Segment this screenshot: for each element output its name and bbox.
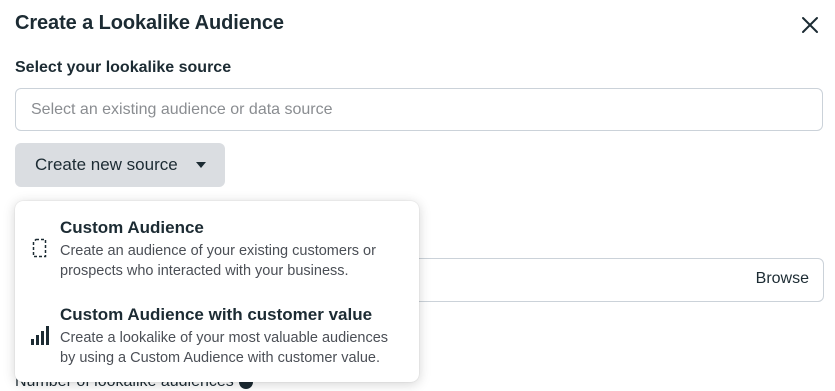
menu-item-description: Create an audience of your existing cust…: [60, 243, 376, 279]
close-icon: [802, 17, 818, 33]
menu-item-custom-audience-value[interactable]: Custom Audience with customer value Crea…: [15, 291, 419, 379]
menu-item-description: Create a lookalike of your most valuable…: [60, 330, 389, 366]
create-source-menu: Custom Audience Create an audience of yo…: [15, 201, 419, 382]
menu-item-title: Custom Audience with customer value: [60, 305, 373, 324]
dialog-title: Create a Lookalike Audience: [15, 12, 284, 34]
location-field[interactable]: Browse: [395, 258, 824, 302]
browse-button[interactable]: Browse: [756, 270, 809, 288]
create-new-source-button[interactable]: Create new source: [15, 143, 225, 187]
caret-down-icon: [196, 162, 206, 168]
source-search-input[interactable]: [15, 88, 823, 131]
document-icon: [32, 238, 47, 258]
source-section-label: Select your lookalike source: [15, 59, 232, 76]
close-button[interactable]: [796, 11, 824, 39]
bar-chart-icon: [31, 326, 49, 345]
menu-item-custom-audience[interactable]: Custom Audience Create an audience of yo…: [15, 201, 419, 285]
create-new-source-label: Create new source: [35, 155, 178, 174]
menu-item-title: Custom Audience: [60, 218, 204, 237]
